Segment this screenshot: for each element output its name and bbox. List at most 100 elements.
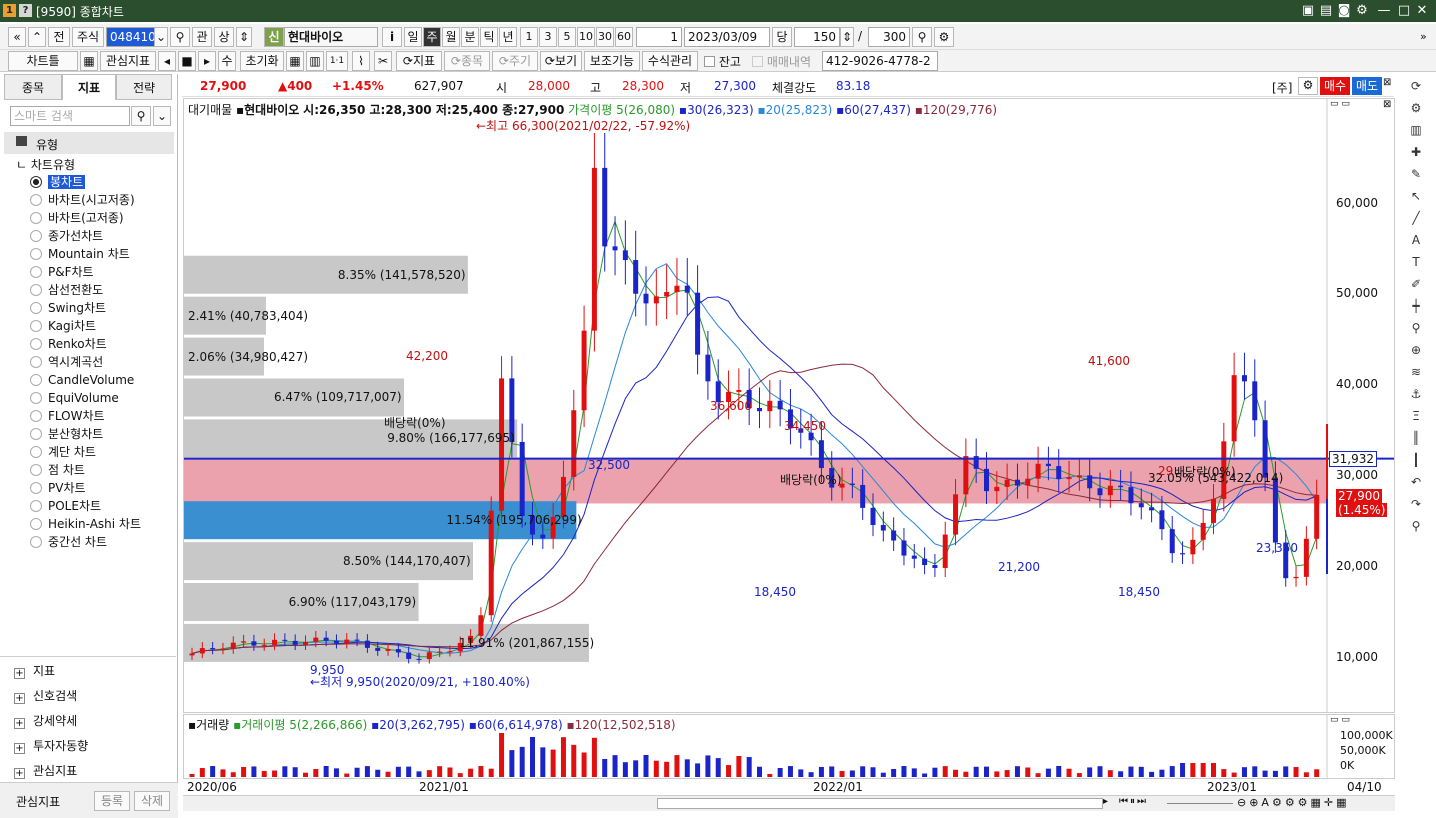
zoom-in-icon[interactable]: ⊕ [1406,340,1426,360]
chart-tool-button[interactable]: 차트틀 [8,51,78,71]
radio-icon[interactable] [30,482,42,494]
indicator-button[interactable]: ⟳지표 [396,51,442,71]
radio-icon[interactable] [30,266,42,278]
radio-icon[interactable] [30,248,42,260]
max-input[interactable]: 300 [868,27,910,47]
minute-0[interactable]: 1 [520,27,538,47]
bar-chart-icon[interactable]: ▥ [1406,120,1426,140]
expand-icon[interactable]: » [1420,30,1427,43]
nav-first-button[interactable]: « [8,27,26,47]
help-icon[interactable]: ? [19,4,32,17]
chart-scrollbar[interactable]: ▸ ⏮⏸⏭ ⊖⊕A⚙⚙⚙▦✛▦ [183,795,1395,811]
fibonacci-icon[interactable]: Ξ [1406,406,1426,426]
radio-icon[interactable] [30,212,42,224]
view-button[interactable]: ⟳보기 [540,51,582,71]
close-chart-icon[interactable]: ⊠ [1383,99,1391,110]
su-button[interactable]: 수 [218,51,236,71]
section-item[interactable]: + 신호검색 [14,685,77,707]
expand-plus-icon[interactable]: + [14,743,25,754]
chart-type-item[interactable]: Heikin-Ashi 차트 [30,515,141,533]
smart-search-input[interactable]: 스마트 검색 [10,106,130,126]
radio-icon[interactable] [30,410,42,422]
gear-icon[interactable]: ⚙ [934,27,954,47]
expand-plus-icon[interactable]: + [14,718,25,729]
radio-icon[interactable] [30,338,42,350]
scissors-icon[interactable]: ✂ [374,51,392,71]
market-button[interactable]: 주식 [72,27,104,47]
count-input[interactable]: 150 [794,27,840,47]
date-input[interactable]: 2023/03/09 [684,27,770,47]
unit-select[interactable]: 1 [636,27,682,47]
radio-icon[interactable] [30,230,42,242]
radio-icon[interactable] [30,464,42,476]
tab-strategy[interactable]: 전략 [116,74,172,100]
chart-type-item[interactable]: FLOW차트 [30,407,105,425]
next-icon[interactable]: ▸ [198,51,216,71]
tab-indicator[interactable]: 지표 [62,74,116,100]
collapse-icon[interactable]: ⌄ [153,106,171,126]
code-dropdown-icon[interactable]: ⌄ [154,27,168,47]
section-item[interactable]: + 강세약세 [14,710,77,732]
nav-up-button[interactable]: ⌃ [28,27,46,47]
period-button[interactable]: ⟳주기 [492,51,538,71]
radio-icon[interactable] [30,536,42,548]
minute-4[interactable]: 30 [596,27,614,47]
chart-type-item[interactable]: 종가선차트 [30,227,103,245]
chart-type-item[interactable]: EquiVolume [30,389,119,407]
count-spin-icon[interactable]: ⇕ [840,27,854,47]
play-controls[interactable]: ⏮⏸⏭ [1119,796,1148,807]
zoom-controls[interactable]: ⊖⊕A⚙⚙⚙▦✛▦ [1237,796,1350,809]
grid-lines-icon[interactable]: ≋ [1406,362,1426,382]
radio-icon[interactable] [30,194,42,206]
line-icon[interactable]: ╱ [1406,208,1426,228]
radio-icon[interactable] [30,302,42,314]
settings-icon[interactable]: ⚙ [1354,2,1370,19]
spin-icon[interactable]: ⇕ [236,27,252,47]
period-0[interactable]: 일 [404,27,422,47]
redo-icon[interactable]: ↷ [1406,494,1426,514]
chart-type-item[interactable]: 중간선 차트 [30,533,107,551]
minimize-icon[interactable]: — [1376,2,1392,19]
crosshair-icon[interactable]: ✚ [1406,142,1426,162]
radio-icon[interactable] [30,428,42,440]
text-icon[interactable]: T [1406,252,1426,272]
section-item[interactable]: + 관심지표 [14,760,77,782]
price-chart[interactable]: 대기매물 ▪현대바이오 시:26,350 고:28,300 저:25,400 종… [183,98,1395,713]
bars-icon[interactable]: ┃ [1406,450,1426,470]
chart-type-item[interactable]: POLE차트 [30,497,101,515]
interest-indicator-button[interactable]: 관심지표 [100,51,156,71]
link-icon[interactable]: ▣ [1300,2,1316,19]
scroll-thumb[interactable] [657,798,1103,809]
pen-icon[interactable]: ✎ [1406,164,1426,184]
app-icon[interactable]: 1 [3,4,16,17]
chart-type-item[interactable]: 점 차트 [30,461,85,479]
auto-icon[interactable]: A [1406,230,1426,250]
period-4[interactable]: 틱 [480,27,498,47]
item-button[interactable]: ⟳종목 [444,51,490,71]
expand-plus-icon[interactable]: + [14,693,25,704]
period-2[interactable]: 월 [442,27,460,47]
one-by-one-icon[interactable]: 1·1 [326,51,348,71]
save-icon[interactable]: ▤ [1318,2,1334,19]
minute-5[interactable]: 60 [615,27,633,47]
gear-icon[interactable]: ⚙ [1406,98,1426,118]
close-panel-icon[interactable]: ⊠ [1383,77,1393,95]
paint-icon[interactable]: ✐ [1406,274,1426,294]
chart-type-item[interactable]: Renko차트 [30,335,107,353]
search-icon[interactable]: ⚲ [1406,516,1426,536]
stop-icon[interactable]: ■ [178,51,196,71]
sang-button[interactable]: 상 [214,27,234,47]
candle-icon[interactable]: ┿ [1406,296,1426,316]
minute-1[interactable]: 3 [539,27,557,47]
radio-icon[interactable] [30,320,42,332]
period-3[interactable]: 분 [461,27,479,47]
volume-panel-controls[interactable]: ▭ ▭ [1330,715,1350,725]
section-item[interactable]: + 투자자동향 [14,735,88,757]
undo-icon[interactable]: ↶ [1406,472,1426,492]
chart-type-item[interactable]: PV차트 [30,479,86,497]
radio-icon[interactable] [30,284,42,296]
zoom-icon[interactable]: ⚲ [1406,318,1426,338]
radio-icon[interactable] [30,518,42,530]
close-icon[interactable]: ✕ [1414,2,1430,19]
chart-type-item[interactable]: 바차트(시고저종) [30,191,135,209]
